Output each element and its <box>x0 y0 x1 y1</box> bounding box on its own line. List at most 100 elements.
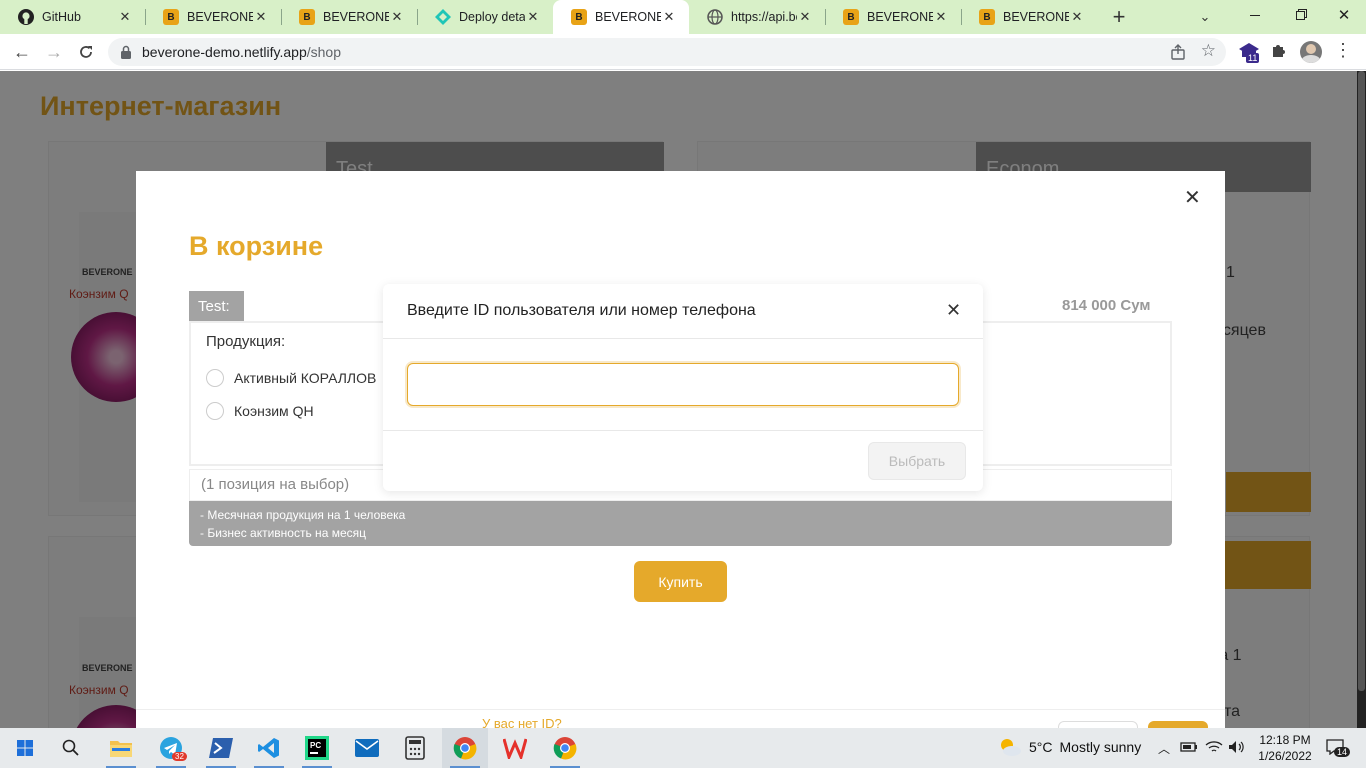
browser-menu-icon[interactable]: ⋮ <box>1334 41 1352 59</box>
user-id-dialog: Введите ID пользователя или номер телефо… <box>383 284 983 491</box>
weather-widget[interactable]: 5°C Mostly sunny <box>998 736 1141 758</box>
close-icon[interactable]: ✕ <box>117 9 133 25</box>
package-tag: Test: <box>189 291 244 322</box>
select-button[interactable]: Выбрать <box>868 442 966 480</box>
page-viewport: Интернет-магазин Test BEVERONE Коэнзим Q… <box>0 71 1366 728</box>
close-icon[interactable]: ✕ <box>389 9 405 25</box>
chevron-up-icon[interactable]: ︿ <box>1158 740 1170 757</box>
notifications-count: 14 <box>1334 747 1351 757</box>
close-icon[interactable]: ✕ <box>525 9 541 25</box>
tab-title: BEVERONE <box>323 10 389 24</box>
weather-temp: 5°C <box>1029 739 1053 755</box>
volume-icon[interactable] <box>1228 740 1244 759</box>
wifi-icon[interactable] <box>1205 740 1223 759</box>
tab-search-chevron-icon[interactable]: ⌄ <box>1192 4 1218 30</box>
beverone-icon: B <box>979 9 995 25</box>
taskbar: 32 PC 5°C Mostly sunny ︿ 12:18 PM 1/26/2… <box>0 728 1366 768</box>
close-icon[interactable]: ✕ <box>946 300 961 321</box>
tab-beverone-1[interactable]: B BEVERONE ✕ <box>145 0 281 34</box>
user-id-input[interactable] <box>407 363 959 406</box>
close-icon[interactable]: ✕ <box>1184 185 1201 210</box>
github-icon <box>18 9 34 25</box>
buy-button[interactable]: Купить <box>634 561 727 602</box>
tab-title: BEVERONE <box>595 10 661 24</box>
browser-toolbar: ← → beverone-demo.netlify.app/shop ☆ 11 … <box>0 34 1366 70</box>
svg-text:PC: PC <box>310 741 321 750</box>
package-price: 814 000 Сум <box>1062 297 1151 314</box>
vscode-icon[interactable] <box>246 728 292 768</box>
radio-button[interactable] <box>206 369 224 387</box>
beverone-icon: B <box>571 9 587 25</box>
bookmark-star-icon[interactable]: ☆ <box>1201 41 1216 61</box>
wps-office-icon[interactable] <box>492 728 538 768</box>
tab-api[interactable]: https://api.be ✕ <box>689 0 825 34</box>
chrome-icon[interactable] <box>542 728 588 768</box>
option-label: Активный КОРАЛЛОВ <box>234 370 377 386</box>
beverone-icon: B <box>843 9 859 25</box>
url-path: /shop <box>306 44 341 60</box>
confirm-button[interactable] <box>1148 721 1208 728</box>
calculator-icon[interactable] <box>392 728 438 768</box>
search-icon[interactable] <box>48 728 94 768</box>
pycharm-icon[interactable]: PC <box>294 728 340 768</box>
tab-title: GitHub <box>42 10 81 24</box>
close-icon[interactable]: ✕ <box>1069 9 1085 25</box>
battery-icon[interactable] <box>1180 740 1198 759</box>
close-icon[interactable]: ✕ <box>661 9 677 25</box>
share-icon[interactable] <box>1170 44 1186 60</box>
clock[interactable]: 12:18 PM 1/26/2022 <box>1254 732 1316 764</box>
extension-badge-icon[interactable]: 11 <box>1238 41 1264 65</box>
tab-beverone-3[interactable]: B BEVERONE ✕ <box>825 0 961 34</box>
lock-icon[interactable] <box>120 45 132 59</box>
new-tab-icon[interactable]: + <box>1106 4 1132 30</box>
tab-title: BEVERONE <box>867 10 933 24</box>
radio-button[interactable] <box>206 402 224 420</box>
forward-arrow-icon[interactable]: → <box>40 34 68 70</box>
telegram-icon[interactable]: 32 <box>148 728 194 768</box>
url-host: beverone-demo.netlify.app <box>142 44 307 60</box>
address-bar[interactable]: beverone-demo.netlify.app/shop ☆ <box>108 38 1226 66</box>
tab-title: Deploy detail <box>459 10 525 24</box>
minimize-icon[interactable] <box>1232 0 1278 30</box>
tab-strip: GitHub ✕ B BEVERONE ✕ B BEVERONE ✕ Deplo… <box>0 0 1366 34</box>
file-explorer-icon[interactable] <box>98 728 144 768</box>
profile-avatar[interactable] <box>1300 41 1322 63</box>
clock-time: 12:18 PM <box>1259 733 1311 747</box>
feature-item: - Месячная продукция на 1 человека <box>200 508 406 522</box>
dialog-title: Введите ID пользователя или номер телефо… <box>407 302 756 319</box>
tab-title: BEVERONE <box>187 10 253 24</box>
mail-icon[interactable] <box>344 728 390 768</box>
reload-icon[interactable] <box>72 34 100 70</box>
close-icon[interactable]: ✕ <box>933 9 949 25</box>
restore-icon[interactable] <box>1278 0 1322 30</box>
powershell-icon[interactable] <box>198 728 244 768</box>
tab-github[interactable]: GitHub ✕ <box>0 0 145 34</box>
windows-start-icon[interactable] <box>2 728 48 768</box>
products-label: Продукция: <box>206 333 286 350</box>
window-close-icon[interactable]: ✕ <box>1322 0 1366 30</box>
telegram-badge: 32 <box>172 752 187 761</box>
page-scrollbar[interactable] <box>1357 71 1366 728</box>
product-option[interactable]: Активный КОРАЛЛОВ <box>206 369 376 387</box>
notifications-icon[interactable]: 14 <box>1326 739 1351 760</box>
tab-beverone-2[interactable]: B BEVERONE ✕ <box>281 0 417 34</box>
weather-text: Mostly sunny <box>1059 739 1142 755</box>
clock-date: 1/26/2022 <box>1258 749 1312 763</box>
no-id-link[interactable]: У вас нет ID? <box>482 716 562 728</box>
chrome-icon[interactable] <box>442 728 488 768</box>
product-option[interactable]: Коэнзим QH <box>206 402 314 420</box>
tab-beverone-4[interactable]: B BEVERONE ✕ <box>961 0 1097 34</box>
tab-deploy-detail[interactable]: Deploy detail ✕ <box>417 0 553 34</box>
package-features: - Месячная продукция на 1 человека - Биз… <box>189 501 1172 546</box>
back-arrow-icon[interactable]: ← <box>8 34 36 70</box>
close-icon[interactable]: ✕ <box>797 9 813 25</box>
close-icon[interactable]: ✕ <box>253 9 269 25</box>
tab-title: BEVERONE <box>1003 10 1069 24</box>
cancel-button[interactable] <box>1058 721 1138 728</box>
extension-badge-count: 11 <box>1246 53 1260 63</box>
sun-cloud-icon <box>998 736 1022 758</box>
scrollbar-thumb[interactable] <box>1358 71 1365 691</box>
extensions-puzzle-icon[interactable] <box>1270 42 1288 65</box>
cart-title: В корзине <box>189 231 324 261</box>
tab-beverone-active[interactable]: B BEVERONE ✕ <box>553 0 689 34</box>
